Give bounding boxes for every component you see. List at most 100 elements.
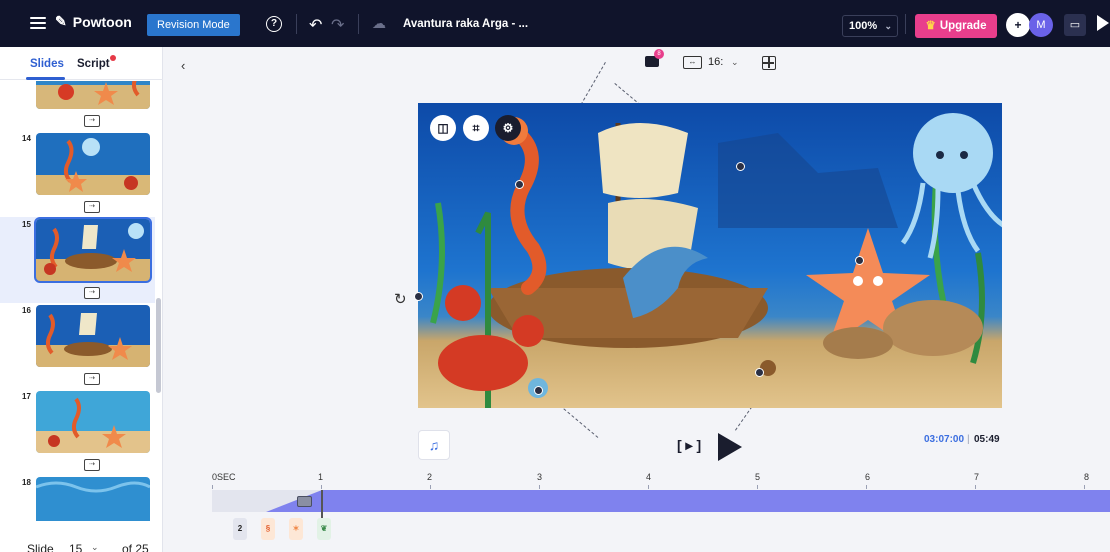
undo-icon[interactable]: ↶ — [309, 15, 322, 35]
selection-handle[interactable] — [755, 368, 764, 377]
crop-icon[interactable]: ⌗ — [463, 115, 489, 141]
transition-icon[interactable]: ⇢ — [84, 201, 100, 213]
ruler-label: 8 — [1084, 472, 1090, 482]
top-bar: ✎ Powtoon Revision Mode ? ↶ ↷ ☁ Avantura… — [0, 0, 1110, 47]
ruler-tick — [1084, 485, 1085, 489]
selection-handle[interactable] — [515, 180, 524, 189]
ruler-tick — [539, 485, 540, 489]
divider — [296, 14, 297, 34]
slide-number: 17 — [22, 392, 31, 401]
selection-handle[interactable] — [534, 386, 543, 395]
upgrade-button[interactable]: ♛ Upgrade — [915, 14, 997, 38]
selection-handle[interactable] — [855, 256, 864, 265]
timeline-slide-bar[interactable] — [322, 490, 1110, 512]
active-tab-indicator — [26, 77, 65, 80]
upgrade-label: Upgrade — [939, 20, 987, 32]
selection-guide — [559, 405, 599, 438]
divider — [905, 14, 906, 34]
zoom-select[interactable]: 100% ⌄ — [842, 15, 898, 37]
crown-icon: ♛ — [925, 20, 936, 32]
powtoon-logo[interactable]: ✎ Powtoon — [55, 13, 132, 30]
help-icon[interactable]: ? — [266, 16, 282, 32]
revision-mode-button[interactable]: Revision Mode — [147, 14, 240, 36]
slide-number: 14 — [22, 134, 31, 143]
ruler-tick — [212, 485, 213, 489]
avatar[interactable]: M — [1029, 13, 1053, 37]
slide-thumbnail[interactable] — [36, 391, 150, 453]
current-time: 03:07:00 — [924, 434, 965, 445]
ruler-tick — [648, 485, 649, 489]
time-separator: | — [967, 434, 970, 445]
aspect-ratio-label[interactable]: 16: — [708, 56, 723, 68]
transition-icon[interactable]: ⇢ — [84, 115, 100, 127]
selection-handle[interactable] — [736, 162, 745, 171]
playhead-handle[interactable] — [297, 496, 312, 507]
slide-number: 18 — [22, 478, 31, 487]
slide-item[interactable]: 17 ⇢ — [0, 389, 155, 475]
play-icon[interactable] — [1097, 15, 1109, 31]
slide-item[interactable]: 16 ⇢ — [0, 303, 155, 389]
slide-canvas[interactable]: ◫ ⌗ ⚙ — [418, 103, 1002, 408]
slide-label: Slide — [27, 542, 54, 552]
slide-number: 16 — [22, 306, 31, 315]
slide-thumbnail[interactable] — [36, 305, 150, 367]
rotate-handle-icon[interactable]: ↻ — [394, 290, 407, 308]
ruler-tick — [321, 485, 322, 489]
ruler-label: 3 — [537, 472, 543, 482]
slide-list: 13 ⇢ 14 ⇢ 15 ⇢ 16 — [0, 81, 163, 521]
slide-thumbnail[interactable] — [34, 217, 152, 283]
slide-thumbnail[interactable] — [36, 477, 150, 521]
transition-icon[interactable]: ⇢ — [84, 373, 100, 385]
ruler-label: 4 — [646, 472, 652, 482]
aspect-ratio-icon[interactable]: ↔ — [683, 56, 702, 69]
slide-thumbnail[interactable] — [36, 81, 150, 109]
present-icon[interactable]: ▭ — [1064, 14, 1086, 36]
starfish-layer-icon[interactable]: ✶ — [289, 518, 303, 540]
slide-item[interactable]: 13 ⇢ — [0, 81, 155, 131]
ruler-label: 7 — [974, 472, 980, 482]
tab-script[interactable]: Script — [77, 58, 110, 70]
slides-sidebar: Slides Script 13 ⇢ 14 ⇢ 15 — [0, 47, 163, 552]
timeline-ruler[interactable]: 0SEC 1 2 3 4 5 6 7 8 — [212, 472, 1110, 490]
flip-icon[interactable]: ◫ — [430, 115, 456, 141]
seahorse-layer-icon[interactable]: § — [261, 518, 275, 540]
slide-item-active[interactable]: 15 ⇢ — [0, 217, 155, 303]
sidebar-scrollbar[interactable] — [156, 298, 161, 393]
chevron-down-icon[interactable]: ⌄ — [731, 57, 739, 68]
slide-thumbnail[interactable] — [36, 133, 150, 195]
chevron-down-icon[interactable]: ⌄ — [91, 542, 99, 552]
ruler-label: 5 — [755, 472, 761, 482]
chevron-down-icon: ⌄ — [884, 21, 892, 31]
slide-item[interactable]: 14 ⇢ — [0, 131, 155, 217]
ruler-label: 1 — [318, 472, 324, 482]
transition-ramp — [266, 490, 322, 512]
layer-item[interactable]: 2 — [233, 518, 247, 540]
document-title[interactable]: Avantura raka Arga - ... — [403, 18, 528, 30]
ruler-tick — [430, 485, 431, 489]
play-button[interactable] — [718, 433, 742, 461]
preview-play-icon[interactable]: [ ▸ ] — [677, 437, 701, 454]
ruler-label: 2 — [427, 472, 433, 482]
divider — [358, 14, 359, 34]
ruler-label: 0SEC — [212, 472, 236, 482]
tab-slides[interactable]: Slides — [30, 58, 64, 70]
selection-handle[interactable] — [414, 292, 423, 301]
camera-badge: 8 — [654, 49, 664, 59]
slide-item[interactable]: 18 — [0, 475, 155, 521]
add-user-icon[interactable]: + — [1006, 13, 1030, 37]
transition-icon[interactable]: ⇢ — [84, 287, 100, 299]
hamburger-menu-icon[interactable] — [30, 17, 46, 30]
settings-gear-icon[interactable]: ⚙ — [495, 115, 521, 141]
slide-number-select[interactable]: 15 — [69, 542, 82, 552]
redo-icon[interactable]: ↷ — [331, 15, 344, 35]
slide-pager: Slide 15 ⌄ of 25 — [0, 525, 163, 552]
plant-layer-icon[interactable]: ❦ — [317, 518, 331, 540]
brand-name: Powtoon — [72, 13, 132, 30]
transition-icon[interactable]: ⇢ — [84, 459, 100, 471]
underwater-scene — [418, 103, 1002, 408]
sidebar-tabs: Slides Script — [0, 47, 163, 80]
grid-icon[interactable] — [762, 56, 776, 70]
collapse-sidebar-icon[interactable]: ‹ — [181, 58, 185, 73]
notification-dot — [110, 55, 116, 61]
music-note-icon[interactable]: ♫ — [418, 430, 450, 460]
